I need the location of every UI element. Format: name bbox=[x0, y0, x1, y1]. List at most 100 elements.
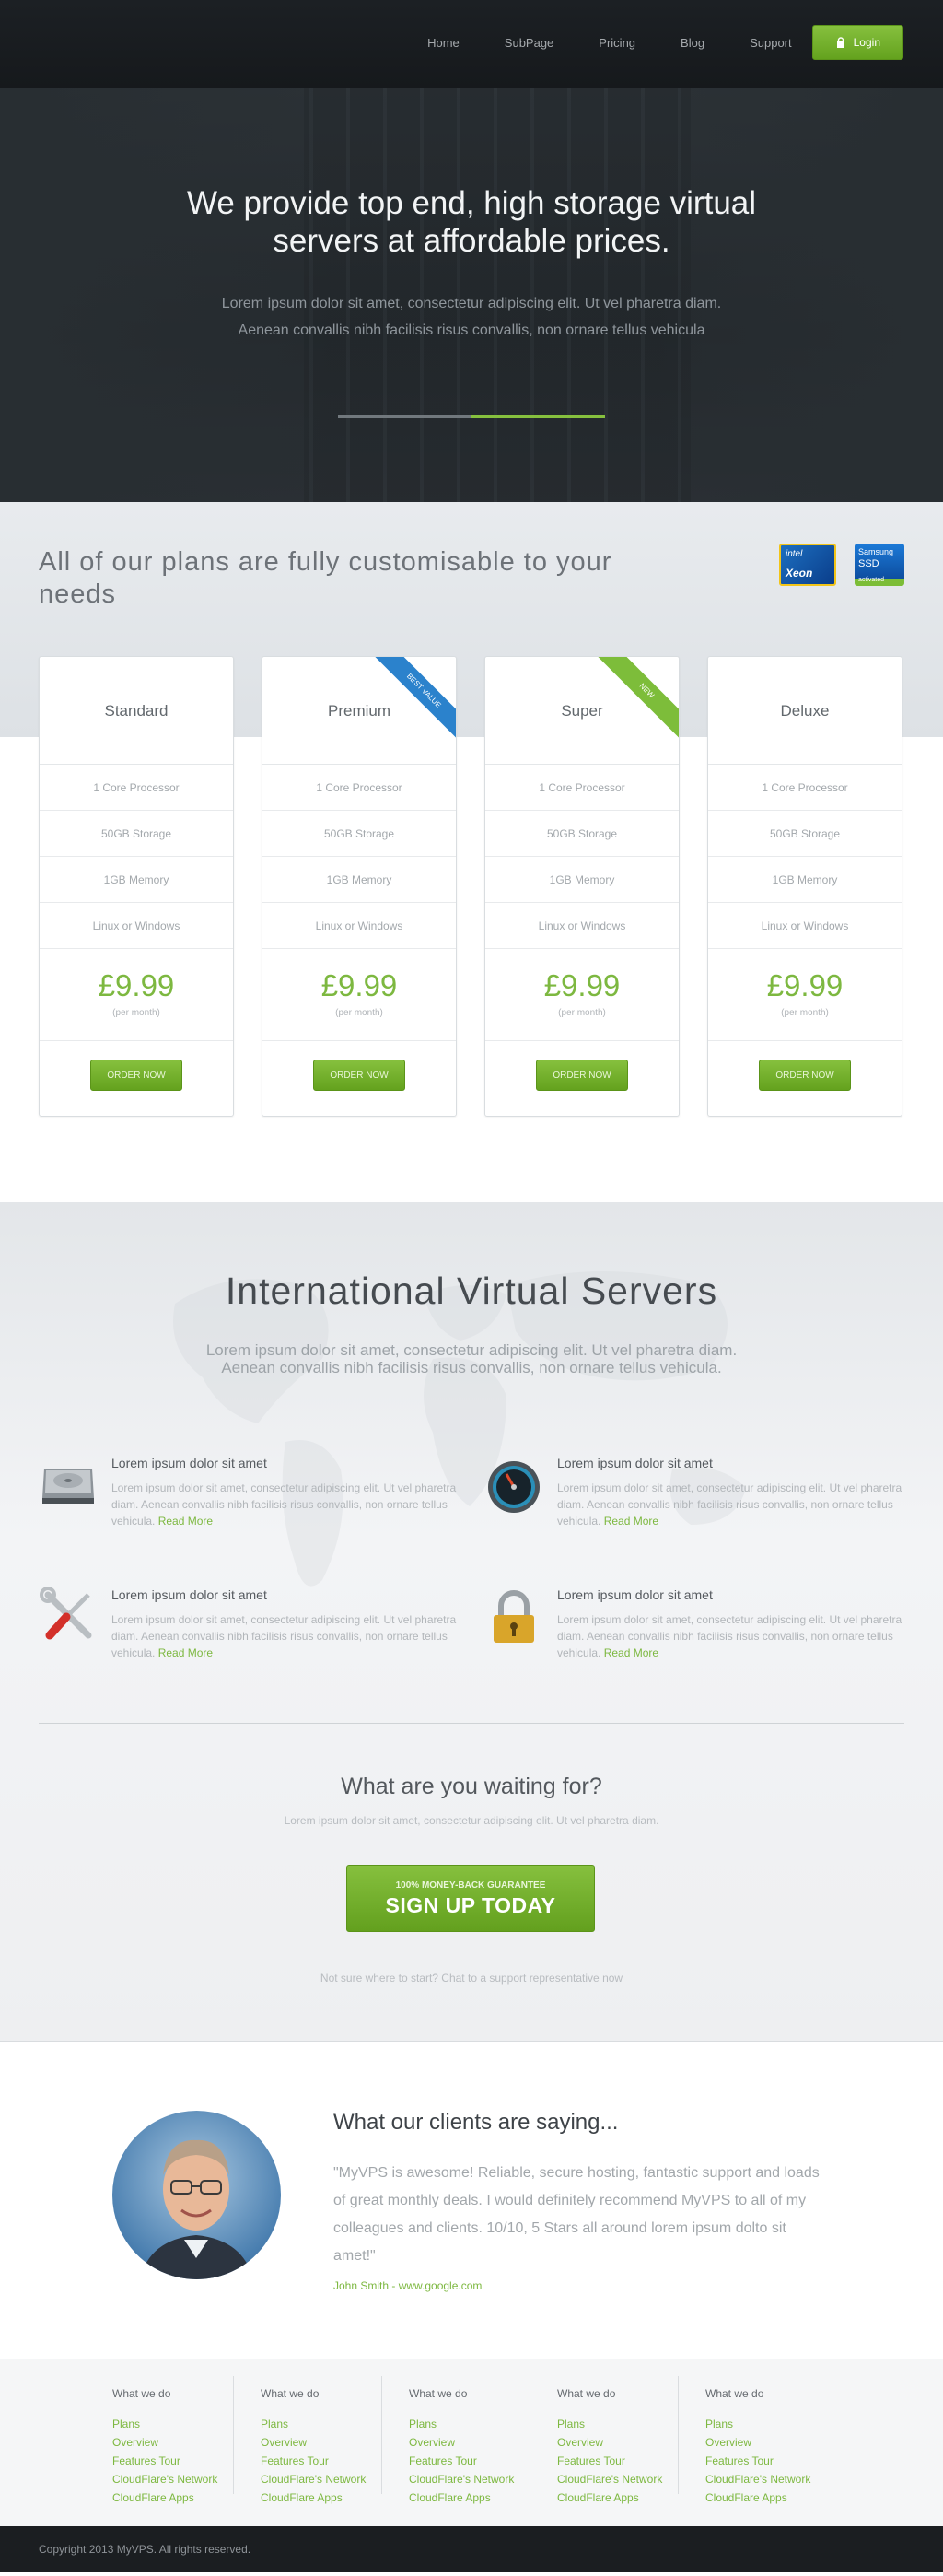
feature-title: Lorem ipsum dolor sit amet bbox=[557, 1587, 713, 1602]
international-text: Lorem ipsum dolor sit amet, consectetur … bbox=[205, 1341, 738, 1376]
footer-link[interactable]: CloudFlare Apps bbox=[261, 2488, 366, 2507]
footer-link[interactable]: CloudFlare's Network bbox=[409, 2470, 514, 2488]
plans-section: All of our plans are fully customisable … bbox=[0, 502, 943, 1202]
sign-up-button[interactable]: 100% MONEY-BACK GUARANTEE SIGN UP TODAY bbox=[346, 1865, 595, 1932]
feature-title: Lorem ipsum dolor sit amet bbox=[557, 1456, 713, 1470]
plan-feature: Linux or Windows bbox=[708, 903, 902, 949]
footer-heading: What we do bbox=[705, 2387, 764, 2400]
footer-link[interactable]: Plans bbox=[112, 2415, 217, 2433]
login-button[interactable]: Login bbox=[811, 25, 903, 60]
login-label: Login bbox=[853, 36, 880, 49]
nav-blog-link[interactable]: Blog bbox=[681, 36, 704, 50]
footer-link[interactable]: Features Tour bbox=[261, 2452, 366, 2470]
footer-link[interactable]: CloudFlare Apps bbox=[409, 2488, 514, 2507]
plan-card-super: NEW Super 1 Core Processor 50GB Storage … bbox=[484, 656, 680, 1117]
hard-drive-icon bbox=[42, 1469, 94, 1504]
nav-home-link[interactable]: Home bbox=[427, 36, 460, 50]
lock-icon bbox=[836, 37, 844, 48]
footer-link[interactable]: Overview bbox=[705, 2433, 810, 2452]
feature-text: Lorem ipsum dolor sit amet, consectetur … bbox=[111, 1611, 466, 1661]
order-now-button[interactable]: ORDER NOW bbox=[536, 1060, 628, 1091]
hero-title: We provide top end, high storage virtual… bbox=[186, 185, 757, 259]
footer-link[interactable]: Overview bbox=[409, 2433, 514, 2452]
footer-column: What we do Plans Overview Features Tour … bbox=[557, 2387, 662, 2511]
hero-section: We provide top end, high storage virtual… bbox=[0, 88, 943, 502]
read-more-link[interactable]: Read More bbox=[158, 1515, 213, 1528]
plan-feature: 50GB Storage bbox=[40, 811, 233, 857]
testimonial-quote: "MyVPS is awesome! Reliable, secure host… bbox=[333, 2165, 820, 2264]
plan-period: (per month) bbox=[335, 1008, 383, 1018]
footer-link[interactable]: Overview bbox=[557, 2433, 662, 2452]
hero-slider-fill bbox=[472, 415, 605, 418]
footer-link[interactable]: CloudFlare's Network bbox=[705, 2470, 810, 2488]
international-title: International Virtual Servers bbox=[225, 1270, 718, 1312]
plan-period: (per month) bbox=[558, 1008, 606, 1018]
plan-feature: 1 Core Processor bbox=[262, 765, 456, 811]
plan-price: £9.99 bbox=[320, 968, 398, 1002]
order-now-button[interactable]: ORDER NOW bbox=[90, 1060, 182, 1091]
feature-text: Lorem ipsum dolor sit amet, consectetur … bbox=[111, 1480, 466, 1529]
footer-column: What we do Plans Overview Features Tour … bbox=[409, 2387, 514, 2511]
read-more-link[interactable]: Read More bbox=[158, 1646, 213, 1659]
plan-feature: Linux or Windows bbox=[262, 903, 456, 949]
nav-links: Home SubPage Pricing Blog Support Login bbox=[427, 25, 903, 60]
client-avatar bbox=[112, 2111, 281, 2279]
feature-title: Lorem ipsum dolor sit amet bbox=[111, 1456, 267, 1470]
ssd-badge-line2: SSD bbox=[858, 558, 879, 569]
footer-link[interactable]: Plans bbox=[409, 2415, 514, 2433]
hero-slider-track[interactable] bbox=[338, 415, 605, 418]
plan-feature: 50GB Storage bbox=[262, 811, 456, 857]
plan-name: Super bbox=[485, 657, 679, 765]
footer-link[interactable]: CloudFlare Apps bbox=[705, 2488, 810, 2507]
order-now-button[interactable]: ORDER NOW bbox=[759, 1060, 851, 1091]
plan-feature: Linux or Windows bbox=[485, 903, 679, 949]
footer: What we do Plans Overview Features Tour … bbox=[0, 2359, 943, 2526]
plan-name: Premium bbox=[262, 657, 456, 765]
speedometer-icon bbox=[488, 1461, 540, 1513]
footer-link[interactable]: Overview bbox=[112, 2433, 217, 2452]
nav-support-link[interactable]: Support bbox=[750, 36, 792, 50]
footer-link[interactable]: Features Tour bbox=[557, 2452, 662, 2470]
plan-feature: 1 Core Processor bbox=[708, 765, 902, 811]
money-back-label: 100% MONEY-BACK GUARANTEE bbox=[395, 1880, 546, 1891]
footer-separator bbox=[678, 2376, 679, 2494]
plan-price: £9.99 bbox=[98, 968, 175, 1002]
footer-link[interactable]: Plans bbox=[261, 2415, 366, 2433]
testimonial-title: What our clients are saying... bbox=[333, 2110, 619, 2135]
footer-column: What we do Plans Overview Features Tour … bbox=[261, 2387, 366, 2511]
order-now-button[interactable]: ORDER NOW bbox=[313, 1060, 405, 1091]
footer-link[interactable]: CloudFlare Apps bbox=[112, 2488, 217, 2507]
footer-heading: What we do bbox=[409, 2387, 468, 2400]
footer-link[interactable]: Plans bbox=[557, 2415, 662, 2433]
testimonial-author-link[interactable]: John Smith - www.google.com bbox=[333, 2279, 482, 2292]
plan-price-box: £9.99 (per month) bbox=[708, 949, 902, 1041]
cta-title: What are you waiting for? bbox=[341, 1774, 602, 1799]
plan-period: (per month) bbox=[112, 1008, 160, 1018]
support-chat-note[interactable]: Not sure where to start? Chat to a suppo… bbox=[0, 1972, 943, 1985]
read-more-link[interactable]: Read More bbox=[604, 1646, 658, 1659]
plan-feature: Linux or Windows bbox=[40, 903, 233, 949]
samsung-ssd-badge: Samsung SSD activated bbox=[855, 544, 904, 586]
footer-link[interactable]: CloudFlare Apps bbox=[557, 2488, 662, 2507]
footer-link[interactable]: Overview bbox=[261, 2433, 366, 2452]
plan-name: Deluxe bbox=[708, 657, 902, 765]
international-section: International Virtual Servers Lorem ipsu… bbox=[0, 1202, 943, 2041]
footer-separator bbox=[381, 2376, 382, 2494]
feature-text: Lorem ipsum dolor sit amet, consectetur … bbox=[557, 1611, 912, 1661]
footer-link[interactable]: Features Tour bbox=[409, 2452, 514, 2470]
plan-price: £9.99 bbox=[766, 968, 844, 1002]
footer-link[interactable]: Features Tour bbox=[705, 2452, 810, 2470]
nav-subpage-link[interactable]: SubPage bbox=[505, 36, 554, 50]
footer-link[interactable]: Features Tour bbox=[112, 2452, 217, 2470]
read-more-link[interactable]: Read More bbox=[604, 1515, 658, 1528]
nav-pricing-link[interactable]: Pricing bbox=[599, 36, 635, 50]
plan-feature: 1 Core Processor bbox=[485, 765, 679, 811]
client-photo bbox=[140, 2139, 253, 2279]
footer-link[interactable]: CloudFlare's Network bbox=[557, 2470, 662, 2488]
plan-feature: 50GB Storage bbox=[708, 811, 902, 857]
footer-link[interactable]: Plans bbox=[705, 2415, 810, 2433]
intel-xeon-badge: intel Xeon bbox=[779, 544, 836, 586]
footer-link[interactable]: CloudFlare's Network bbox=[112, 2470, 217, 2488]
footer-column: What we do Plans Overview Features Tour … bbox=[705, 2387, 810, 2511]
footer-link[interactable]: CloudFlare's Network bbox=[261, 2470, 366, 2488]
